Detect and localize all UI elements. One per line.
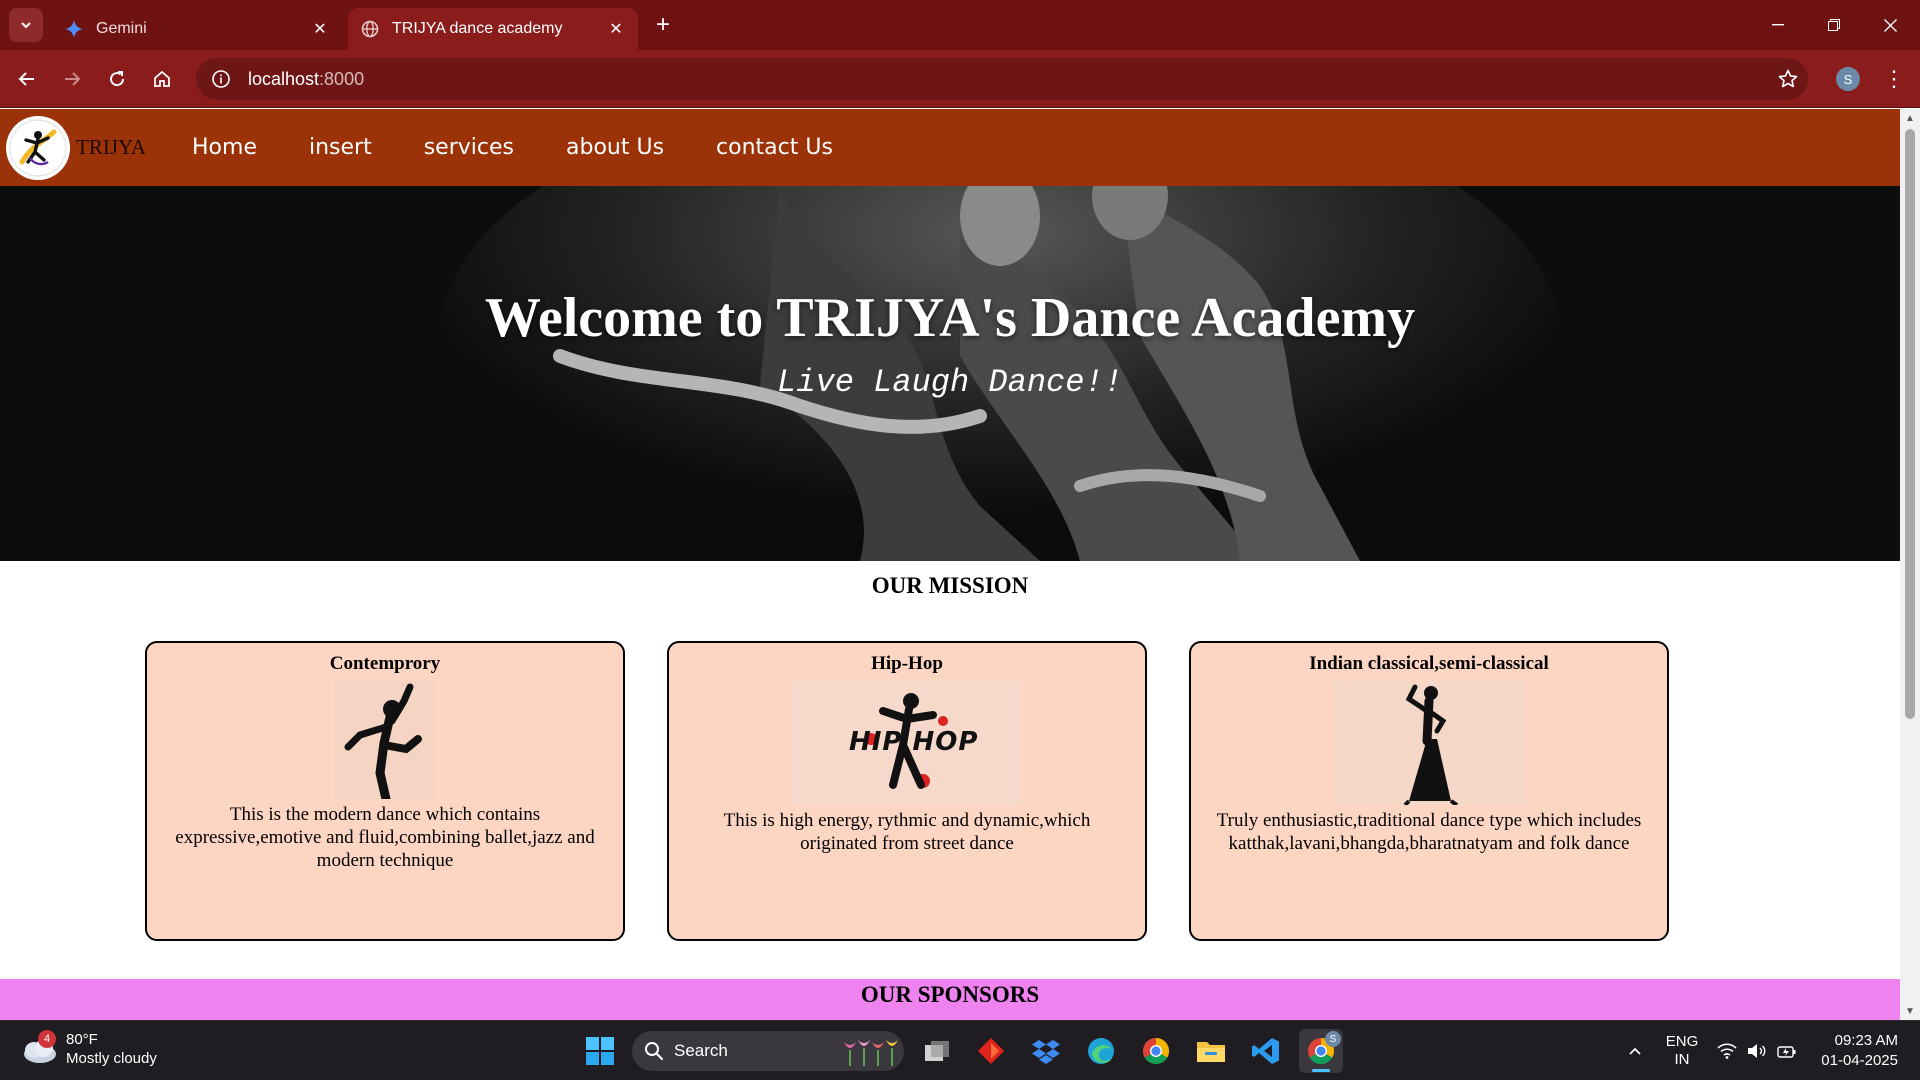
tab-gemini[interactable]: Gemini ✕ xyxy=(52,8,342,50)
tulips-icon xyxy=(844,1040,898,1066)
card-indian-classical: Indian classical,semi-classical Truly en… xyxy=(1189,641,1669,941)
minimize-icon[interactable] xyxy=(1750,0,1806,50)
profile-avatar[interactable]: S xyxy=(1836,67,1860,91)
bookmark-star-icon[interactable] xyxy=(1772,63,1804,95)
vscode-icon[interactable] xyxy=(1244,1029,1288,1073)
tab-title: TRIJYA dance academy xyxy=(392,20,563,37)
nav-about-us[interactable]: about Us xyxy=(566,135,664,160)
hero-tagline: Live Laugh Dance!! xyxy=(777,364,1123,401)
menu-kebab-icon[interactable]: ⋮ xyxy=(1880,63,1908,95)
browser-tab-bar: Gemini ✕ TRIJYA dance academy ✕ + xyxy=(0,0,1920,50)
task-view-icon[interactable] xyxy=(915,1029,959,1073)
tab-trijya[interactable]: TRIJYA dance academy ✕ xyxy=(348,8,638,50)
card-hip-hop: Hip-Hop HIP HOP This is high energy, ryt… xyxy=(667,641,1147,941)
dancer-logo-icon[interactable] xyxy=(6,115,70,180)
page-viewport: TRIJYA Home insert services about Us con… xyxy=(0,109,1900,1020)
clock-time: 09:23 AM xyxy=(1834,1032,1898,1049)
windows-taskbar: 4 80°F Mostly cloudy Search S ENG IN 09:… xyxy=(0,1020,1920,1080)
search-icon xyxy=(645,1042,664,1061)
window-close-icon[interactable] xyxy=(1862,0,1918,50)
card-title: Contemprory xyxy=(329,653,441,674)
sponsors-heading: OUR SPONSORS xyxy=(860,982,1040,1007)
windows-start-icon[interactable] xyxy=(578,1029,622,1073)
clock-date: 01-04-2025 xyxy=(1821,1052,1898,1069)
globe-icon xyxy=(360,19,380,39)
lang-line-1: ENG xyxy=(1665,1033,1699,1050)
mission-heading: OUR MISSION xyxy=(871,573,1029,598)
active-indicator xyxy=(1312,1069,1330,1072)
card-contemporary: Contemprory This is the modern dance whi… xyxy=(145,641,625,941)
nav-home[interactable]: Home xyxy=(192,135,257,160)
chrome-active-window-icon[interactable]: S xyxy=(1299,1029,1343,1073)
cloud-icon: 4 xyxy=(20,1030,58,1066)
battery-icon[interactable] xyxy=(1774,1021,1800,1080)
file-explorer-icon[interactable] xyxy=(1189,1029,1233,1073)
nav-insert[interactable]: insert xyxy=(309,135,372,160)
restore-icon[interactable] xyxy=(1806,0,1862,50)
reload-icon[interactable] xyxy=(100,62,134,96)
taskbar-search[interactable]: Search xyxy=(632,1031,904,1071)
red-diamond-app-icon[interactable] xyxy=(969,1029,1013,1073)
nav-contact-us[interactable]: contact Us xyxy=(716,135,833,160)
edge-browser-icon[interactable] xyxy=(1079,1029,1123,1073)
chrome-icon[interactable] xyxy=(1134,1029,1178,1073)
search-label: Search xyxy=(674,1041,728,1060)
tab-search-button[interactable] xyxy=(9,8,43,42)
address-bar[interactable]: localhost:8000 xyxy=(196,58,1808,100)
tab-title: Gemini xyxy=(96,20,147,37)
card-title: Hip-Hop xyxy=(871,653,943,674)
back-arrow-icon[interactable] xyxy=(10,62,44,96)
hero-banner: Welcome to TRIJYA's Dance Academy Live L… xyxy=(0,186,1900,561)
brand-name: TRIJYA xyxy=(76,135,147,159)
weather-widget[interactable]: 4 80°F Mostly cloudy xyxy=(20,1030,157,1068)
weather-temp: 80°F xyxy=(66,1031,98,1048)
card-description: Truly enthusiastic,traditional dance typ… xyxy=(1216,810,1642,854)
url-port: :8000 xyxy=(319,68,365,89)
weather-condition: Mostly cloudy xyxy=(66,1050,157,1067)
browser-toolbar: localhost:8000 S ⋮ xyxy=(0,50,1920,108)
scroll-down-arrow-icon[interactable]: ▼ xyxy=(1904,1005,1916,1017)
card-description: This is high energy, rythmic and dynamic… xyxy=(723,810,1091,854)
card-description: This is the modern dance which contains … xyxy=(175,804,595,871)
nav-services[interactable]: services xyxy=(424,135,514,160)
close-icon[interactable]: ✕ xyxy=(310,19,330,39)
site-navbar: TRIJYA Home insert services about Us con… xyxy=(0,109,1900,186)
wifi-icon[interactable] xyxy=(1714,1021,1740,1080)
dropbox-icon[interactable] xyxy=(1024,1029,1068,1073)
weather-badge: 4 xyxy=(38,1030,56,1048)
close-icon[interactable]: ✕ xyxy=(606,19,626,39)
volume-icon[interactable] xyxy=(1744,1021,1770,1080)
forward-arrow-icon[interactable] xyxy=(55,62,89,96)
home-icon[interactable] xyxy=(145,62,179,96)
language-indicator[interactable]: ENG IN xyxy=(1660,1021,1704,1080)
new-tab-plus-icon[interactable]: + xyxy=(648,10,678,40)
card-title: Indian classical,semi-classical xyxy=(1309,653,1549,674)
hip-hop-image-text: HIP HOP xyxy=(849,727,979,757)
scrollbar-thumb[interactable] xyxy=(1905,129,1915,719)
sponsors-section: OUR SPONSORS xyxy=(0,979,1900,1020)
url-host: localhost xyxy=(248,68,320,89)
hero-title: Welcome to TRIJYA's Dance Academy xyxy=(484,287,1416,349)
page-scrollbar[interactable]: ▲ ▼ xyxy=(1900,109,1920,1020)
chevron-down-icon xyxy=(21,22,31,29)
lang-line-2: IN xyxy=(1674,1051,1690,1068)
hip-hop-dancer-image: HIP HOP xyxy=(793,681,1021,805)
breakdancer-silhouette-icon xyxy=(335,681,435,799)
taskbar-clock[interactable]: 09:23 AM 01-04-2025 xyxy=(1812,1031,1898,1071)
chrome-profile-badge: S xyxy=(1325,1031,1341,1047)
classical-dancer-silhouette-icon xyxy=(1333,681,1525,805)
site-info-icon[interactable] xyxy=(208,66,234,92)
chevron-up-icon[interactable] xyxy=(1620,1021,1650,1080)
gemini-sparkle-icon xyxy=(64,19,84,39)
scroll-up-arrow-icon[interactable]: ▲ xyxy=(1904,112,1916,124)
